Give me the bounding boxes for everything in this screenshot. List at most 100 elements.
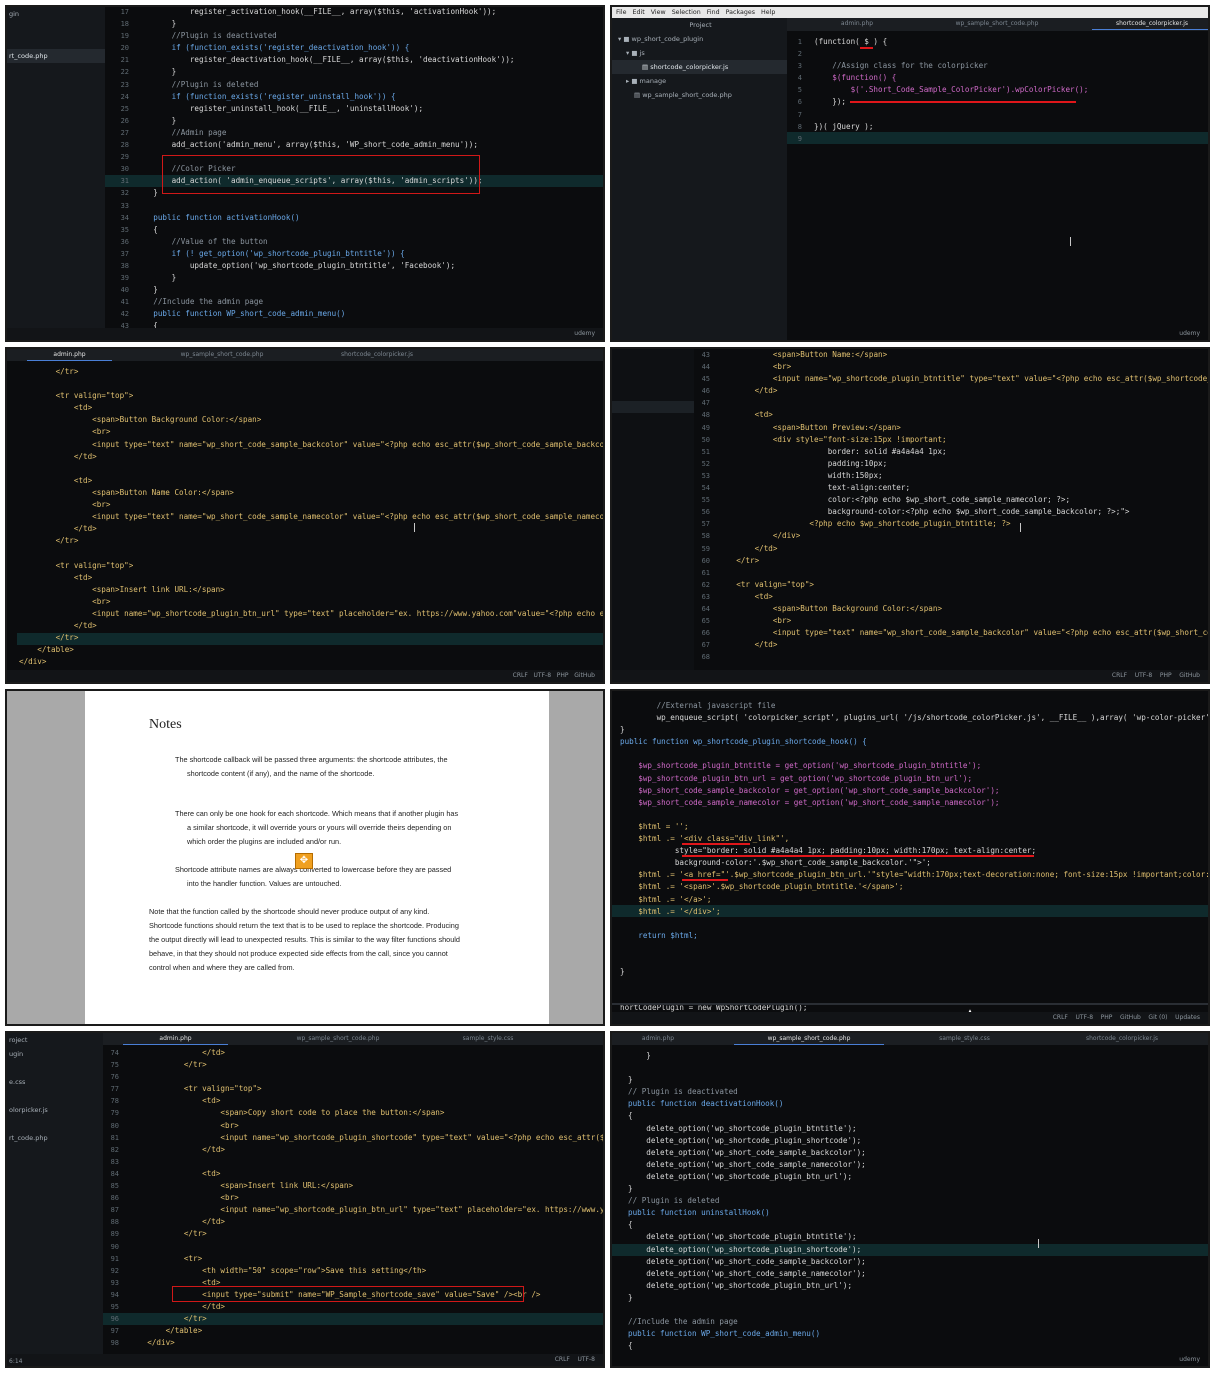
- tree-file-colorpicker[interactable]: ▤ shortcode_colorpicker.js: [612, 60, 787, 74]
- line-number: 29: [120, 153, 129, 162]
- sidebar-item[interactable]: ugin: [7, 1047, 103, 1061]
- code-text[interactable]: (function( $ ) { //Assign class for the …: [814, 36, 1088, 145]
- project-tree[interactable]: Project ▾ ■ wp_short_code_plugin ▾ ■ js …: [612, 18, 787, 340]
- tree-file-sample[interactable]: ▤ wp_sample_short_code.php: [612, 88, 787, 102]
- tab-colorpicker-js[interactable]: shortcode_colorpicker.js: [1092, 18, 1208, 30]
- tab-sample-style-css[interactable]: sample_style.css: [902, 1033, 1027, 1045]
- editor-panel-save-button: roject ugin e.css olorpicker.js rt_code.…: [5, 1031, 605, 1368]
- sidebar-item[interactable]: e.css: [7, 1075, 103, 1089]
- sidebar-item[interactable]: olorpicker.js: [7, 1103, 103, 1117]
- code-line: //Admin page: [135, 127, 227, 137]
- tab-colorpicker-js[interactable]: shortcode_colorpicker.js: [1052, 1033, 1192, 1045]
- code-line: </div>: [718, 531, 801, 541]
- tab-admin-php[interactable]: admin.php: [612, 1033, 704, 1045]
- file-icon: ▤: [642, 63, 651, 71]
- line-number: 18: [120, 20, 129, 29]
- code-line: </tr>: [129, 1229, 207, 1239]
- tab-sample-short-code[interactable]: wp_sample_short_code.php: [147, 349, 297, 361]
- code-line: }: [620, 725, 625, 735]
- code-line: <?php echo $wp_shortcode_plugin_btntitle…: [718, 519, 1011, 529]
- code-text[interactable]: } } // Plugin is deactivated public functi…: [628, 1050, 866, 1352]
- code-line: <td>: [19, 475, 93, 485]
- code-text[interactable]: //External javascript file wp_enqueue_sc…: [620, 700, 1208, 1014]
- tree-folder-plugin[interactable]: ▾ ■ wp_short_code_plugin: [612, 32, 787, 46]
- line-numbers: 74 75 76 77 78 79 80 81 82 83 84 85 86 87 88 89 90 91 92 93…: [97, 1047, 119, 1349]
- code-line: public function WP_short_code_admin_menu…: [628, 1329, 821, 1339]
- tab-colorpicker-js[interactable]: shortcode_colorpicker.js: [307, 349, 447, 361]
- line-number: 93: [110, 1278, 119, 1287]
- line-number: 47: [701, 399, 710, 408]
- code-line: <input name="wp_shortcode_plugin_shortco…: [129, 1132, 605, 1142]
- code-line: delete_option('wp_shortcode_plugin_btn_u…: [628, 1171, 853, 1181]
- code-line: $wp_short_code_sample_backcolor = get_op…: [620, 785, 1000, 795]
- code-line: <br>: [129, 1193, 239, 1203]
- code-line: public function wp_shortcode_plugin_shor…: [620, 737, 867, 747]
- code-line: <br>: [19, 427, 111, 437]
- code-line: $html .= '<span>'.$wp_shortcode_plugin_b…: [620, 882, 904, 892]
- sidebar-item[interactable]: rt_code.php: [7, 1131, 103, 1145]
- status-bar: udemy: [1179, 1356, 1200, 1363]
- code-line: }: [135, 115, 177, 125]
- expand-icon[interactable]: ✥: [295, 853, 313, 869]
- cursor-position: 6:14: [9, 1358, 23, 1365]
- code-line: <span>Button Name:</span>: [718, 350, 888, 359]
- code-line: //Plugin is deactivated: [135, 31, 277, 41]
- line-number: 68: [701, 653, 710, 662]
- notes-heading: Notes: [149, 717, 182, 732]
- code-line: $html = '';: [620, 821, 689, 831]
- bullet-2: There can only be one hook for each shor…: [175, 809, 459, 846]
- code-line: <span>Button Name Color:</span>: [19, 487, 234, 497]
- line-number: 19: [120, 32, 129, 41]
- line-number: 42: [120, 310, 129, 319]
- code-line: delete_option('wp_shortcode_plugin_btnti…: [628, 1232, 857, 1242]
- tab-sample-short-code[interactable]: wp_sample_short_code.php: [734, 1033, 884, 1045]
- line-number: 58: [701, 532, 710, 541]
- tab-bar: admin.php wp_sample_short_code.php sampl…: [103, 1033, 603, 1045]
- code-line: <tr valign="top">: [129, 1084, 262, 1094]
- code-text[interactable]: </tr> <tr valign="top"> <td> <span>Butto…: [19, 366, 605, 668]
- project-sidebar[interactable]: gin rt_code.php: [7, 7, 105, 340]
- line-number: 52: [701, 459, 710, 468]
- sidebar-item-active[interactable]: rt_code.php: [7, 49, 105, 63]
- bullet-3: Shortcode attribute names are always con…: [175, 865, 452, 888]
- code-line: </td>: [718, 386, 778, 396]
- code-line: //Include the admin page: [135, 297, 264, 307]
- line-number: 60: [701, 556, 710, 565]
- code-line: if (function_exists('register_uninstall_…: [135, 91, 396, 101]
- code-text[interactable]: </td> </tr> <tr valign="top"> <td> <span…: [129, 1047, 605, 1349]
- code-line: </td>: [129, 1301, 226, 1311]
- project-sidebar[interactable]: roject ugin e.css olorpicker.js rt_code.…: [7, 1033, 103, 1366]
- code-line: </td>: [19, 524, 97, 534]
- code-line: })( jQuery );: [814, 121, 874, 131]
- line-number: 78: [110, 1097, 119, 1106]
- tab-sample-short-code[interactable]: wp_sample_short_code.php: [927, 18, 1067, 30]
- line-number: 61: [701, 568, 710, 577]
- code-text[interactable]: <span>Button Name:</span> <br> <input na…: [718, 349, 1208, 663]
- tab-sample-short-code[interactable]: wp_sample_short_code.php: [268, 1033, 408, 1045]
- line-number: 89: [110, 1230, 119, 1239]
- code-line: <br>: [19, 500, 111, 510]
- code-line: </tr>: [129, 1060, 207, 1070]
- sidebar-item[interactable]: gin: [7, 7, 105, 21]
- code-line: <input type="text" name="wp_short_code_s…: [19, 439, 605, 449]
- editor-panel-uninstall-hooks: admin.php wp_sample_short_code.php sampl…: [610, 1031, 1210, 1368]
- tab-admin-php[interactable]: admin.php: [27, 349, 112, 361]
- line-number: 50: [701, 435, 710, 444]
- horizontal-scrollbar[interactable]: [612, 1003, 1208, 1005]
- tree-folder-manage[interactable]: ▸ ■ manage: [612, 74, 787, 88]
- tab-admin-php[interactable]: admin.php: [787, 18, 927, 30]
- red-underline: [682, 855, 1034, 857]
- tree-folder-js[interactable]: ▾ ■ js: [612, 46, 787, 60]
- code-line: if (function_exists('register_deactivati…: [135, 43, 410, 53]
- tab-sample-style-css[interactable]: sample_style.css: [428, 1033, 548, 1045]
- line-number: 85: [110, 1182, 119, 1191]
- code-line: <tr valign="top">: [718, 579, 815, 589]
- code-line: </tr>: [19, 633, 79, 643]
- tab-admin-php[interactable]: admin.php: [123, 1033, 228, 1045]
- code-line: <span>Button Preview:</span>: [718, 422, 901, 432]
- line-number: 24: [120, 92, 129, 101]
- menu-bar[interactable]: File Edit View Selection Find Packages H…: [612, 7, 1208, 18]
